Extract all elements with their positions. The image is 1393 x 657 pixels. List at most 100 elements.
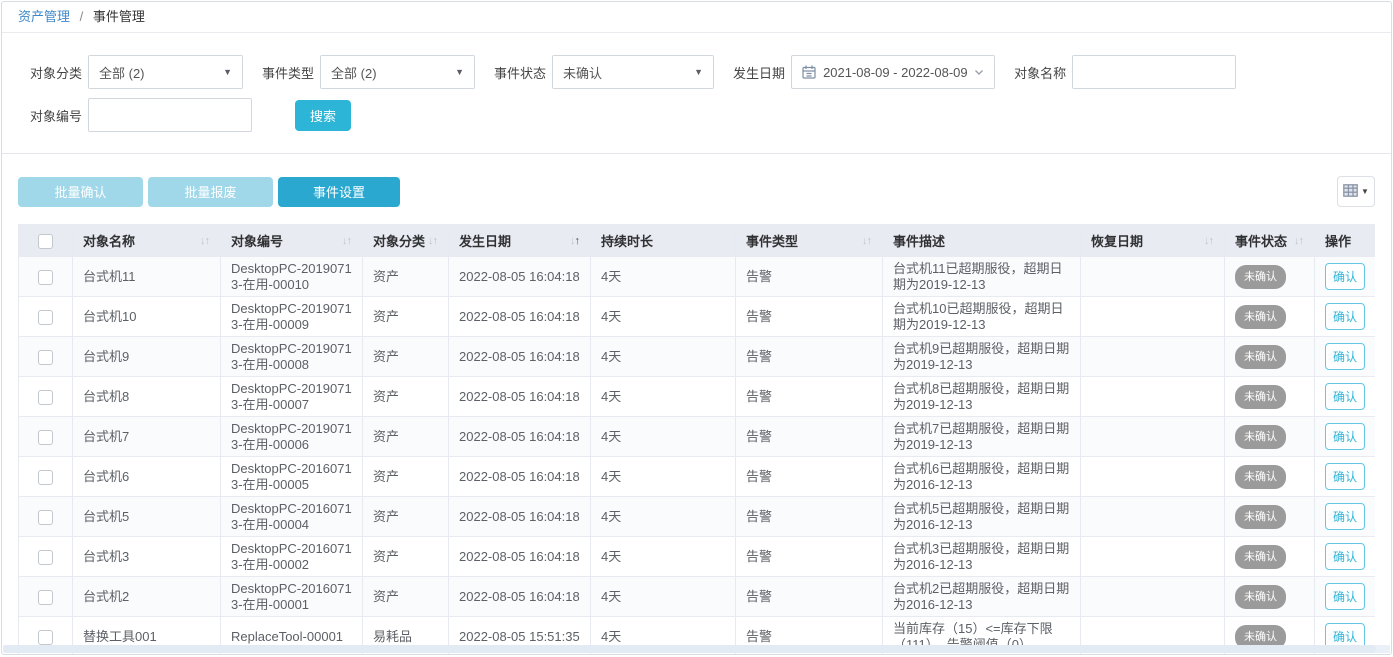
caret-down-icon: ▼: [223, 67, 232, 77]
cell-object-name: 台式机5: [73, 497, 221, 537]
sort-arrows-icon[interactable]: ↓↑: [342, 235, 352, 247]
column-header-date[interactable]: 发生日期↓↑: [449, 225, 591, 257]
confirm-button[interactable]: 确认: [1325, 303, 1365, 330]
sort-arrows-icon[interactable]: ↓↑: [200, 235, 210, 247]
filter-object-name: 对象名称: [1014, 55, 1236, 89]
date-range-value: 2021-08-09 - 2022-08-09: [823, 65, 974, 80]
scrollbar-thumb[interactable]: [3, 645, 1376, 653]
cell-object-code: DesktopPC-20190713-在用-00010: [221, 257, 363, 297]
object-code-input[interactable]: [88, 98, 252, 132]
sort-arrows-icon[interactable]: ↓↑: [1204, 235, 1214, 247]
table-row: 台式机3 DesktopPC-20160713-在用-00002 资产 2022…: [19, 537, 1376, 577]
confirm-button[interactable]: 确认: [1325, 343, 1365, 370]
sort-arrows-icon[interactable]: ↓↑: [1294, 235, 1304, 247]
cell-object-name: 台式机10: [73, 297, 221, 337]
table-header-row: 对象名称↓↑对象编号↓↑对象分类↓↑发生日期↓↑持续时长事件类型↓↑事件描述恢复…: [19, 225, 1376, 257]
event-type-label: 事件类型: [262, 63, 314, 82]
cell-recover-date: [1081, 497, 1225, 537]
cell-event-type: 告警: [736, 537, 883, 577]
status-badge: 未确认: [1235, 505, 1286, 529]
cell-event-type: 告警: [736, 337, 883, 377]
chevron-down-icon: [974, 69, 984, 76]
sort-arrows-icon[interactable]: ↓↑: [862, 235, 872, 247]
column-header-category[interactable]: 对象分类↓↑: [363, 225, 449, 257]
status-badge: 未确认: [1235, 465, 1286, 489]
row-checkbox[interactable]: [38, 510, 53, 525]
cell-object-code: DesktopPC-20160713-在用-00004: [221, 497, 363, 537]
confirm-button[interactable]: 确认: [1325, 463, 1365, 490]
select-all-checkbox[interactable]: [38, 234, 53, 249]
status-badge: 未确认: [1235, 265, 1286, 289]
row-checkbox[interactable]: [38, 270, 53, 285]
status-badge: 未确认: [1235, 585, 1286, 609]
cell-object-name: 台式机3: [73, 537, 221, 577]
events-table: 对象名称↓↑对象编号↓↑对象分类↓↑发生日期↓↑持续时长事件类型↓↑事件描述恢复…: [18, 224, 1375, 655]
sort-arrows-icon[interactable]: ↓↑: [428, 235, 438, 247]
confirm-button[interactable]: 确认: [1325, 503, 1365, 530]
row-checkbox[interactable]: [38, 350, 53, 365]
cell-object-name: 台式机6: [73, 457, 221, 497]
row-checkbox[interactable]: [38, 470, 53, 485]
event-settings-button[interactable]: 事件设置: [278, 177, 400, 207]
object-category-label: 对象分类: [30, 63, 82, 82]
cell-object-category: 资产: [363, 457, 449, 497]
object-code-label: 对象编号: [30, 106, 82, 125]
event-status-select[interactable]: 未确认 ▼: [552, 55, 714, 89]
column-header-status[interactable]: 事件状态↓↑: [1225, 225, 1315, 257]
cell-object-name: 台式机11: [73, 257, 221, 297]
status-badge: 未确认: [1235, 425, 1286, 449]
column-header-code[interactable]: 对象编号↓↑: [221, 225, 363, 257]
cell-occur-date: 2022-08-05 16:04:18: [449, 297, 591, 337]
sort-arrows-icon[interactable]: ↓↑: [570, 235, 580, 247]
row-checkbox[interactable]: [38, 430, 53, 445]
date-range-picker[interactable]: 2021-08-09 - 2022-08-09: [791, 55, 995, 89]
cell-duration: 4天: [591, 377, 736, 417]
confirm-button[interactable]: 确认: [1325, 383, 1365, 410]
object-category-value: 全部 (2): [99, 63, 215, 82]
object-category-select[interactable]: 全部 (2) ▼: [88, 55, 243, 89]
cell-object-name: 台式机9: [73, 337, 221, 377]
column-header-type[interactable]: 事件类型↓↑: [736, 225, 883, 257]
column-header-name[interactable]: 对象名称↓↑: [73, 225, 221, 257]
table-row: 台式机8 DesktopPC-20190713-在用-00007 资产 2022…: [19, 377, 1376, 417]
cell-recover-date: [1081, 417, 1225, 457]
breadcrumb-link-asset-management[interactable]: 资产管理: [18, 9, 70, 24]
event-type-select[interactable]: 全部 (2) ▼: [320, 55, 475, 89]
occur-date-label: 发生日期: [733, 63, 785, 82]
cell-recover-date: [1081, 577, 1225, 617]
row-checkbox[interactable]: [38, 390, 53, 405]
column-settings-button[interactable]: ▼: [1337, 176, 1375, 207]
confirm-button[interactable]: 确认: [1325, 543, 1365, 570]
filter-object-code: 对象编号: [30, 98, 252, 132]
cell-occur-date: 2022-08-05 16:04:18: [449, 497, 591, 537]
confirm-button[interactable]: 确认: [1325, 583, 1365, 610]
cell-duration: 4天: [591, 457, 736, 497]
status-badge: 未确认: [1235, 345, 1286, 369]
column-label: 事件描述: [893, 231, 945, 250]
status-badge: 未确认: [1235, 305, 1286, 329]
row-checkbox[interactable]: [38, 630, 53, 645]
batch-confirm-button[interactable]: 批量确认: [18, 177, 143, 207]
confirm-button[interactable]: 确认: [1325, 423, 1365, 450]
cell-object-name: 台式机2: [73, 577, 221, 617]
row-checkbox[interactable]: [38, 550, 53, 565]
cell-event-description: 台式机10已超期服役，超期日期为2019-12-13: [883, 297, 1081, 337]
cell-recover-date: [1081, 457, 1225, 497]
horizontal-scrollbar[interactable]: [3, 645, 1390, 653]
caret-down-icon: ▼: [455, 67, 464, 77]
cell-occur-date: 2022-08-05 16:04:18: [449, 537, 591, 577]
cell-duration: 4天: [591, 297, 736, 337]
cell-event-type: 告警: [736, 497, 883, 537]
row-checkbox[interactable]: [38, 310, 53, 325]
confirm-button[interactable]: 确认: [1325, 263, 1365, 290]
event-type-value: 全部 (2): [331, 63, 447, 82]
column-header-recover[interactable]: 恢复日期↓↑: [1081, 225, 1225, 257]
table-row: 台式机5 DesktopPC-20160713-在用-00004 资产 2022…: [19, 497, 1376, 537]
batch-scrap-button[interactable]: 批量报废: [148, 177, 273, 207]
object-name-input[interactable]: [1072, 55, 1236, 89]
search-button[interactable]: 搜索: [295, 100, 351, 131]
caret-down-icon: ▼: [694, 67, 703, 77]
column-header-desc: 事件描述: [883, 225, 1081, 257]
row-checkbox[interactable]: [38, 590, 53, 605]
cell-object-code: DesktopPC-20190713-在用-00008: [221, 337, 363, 377]
